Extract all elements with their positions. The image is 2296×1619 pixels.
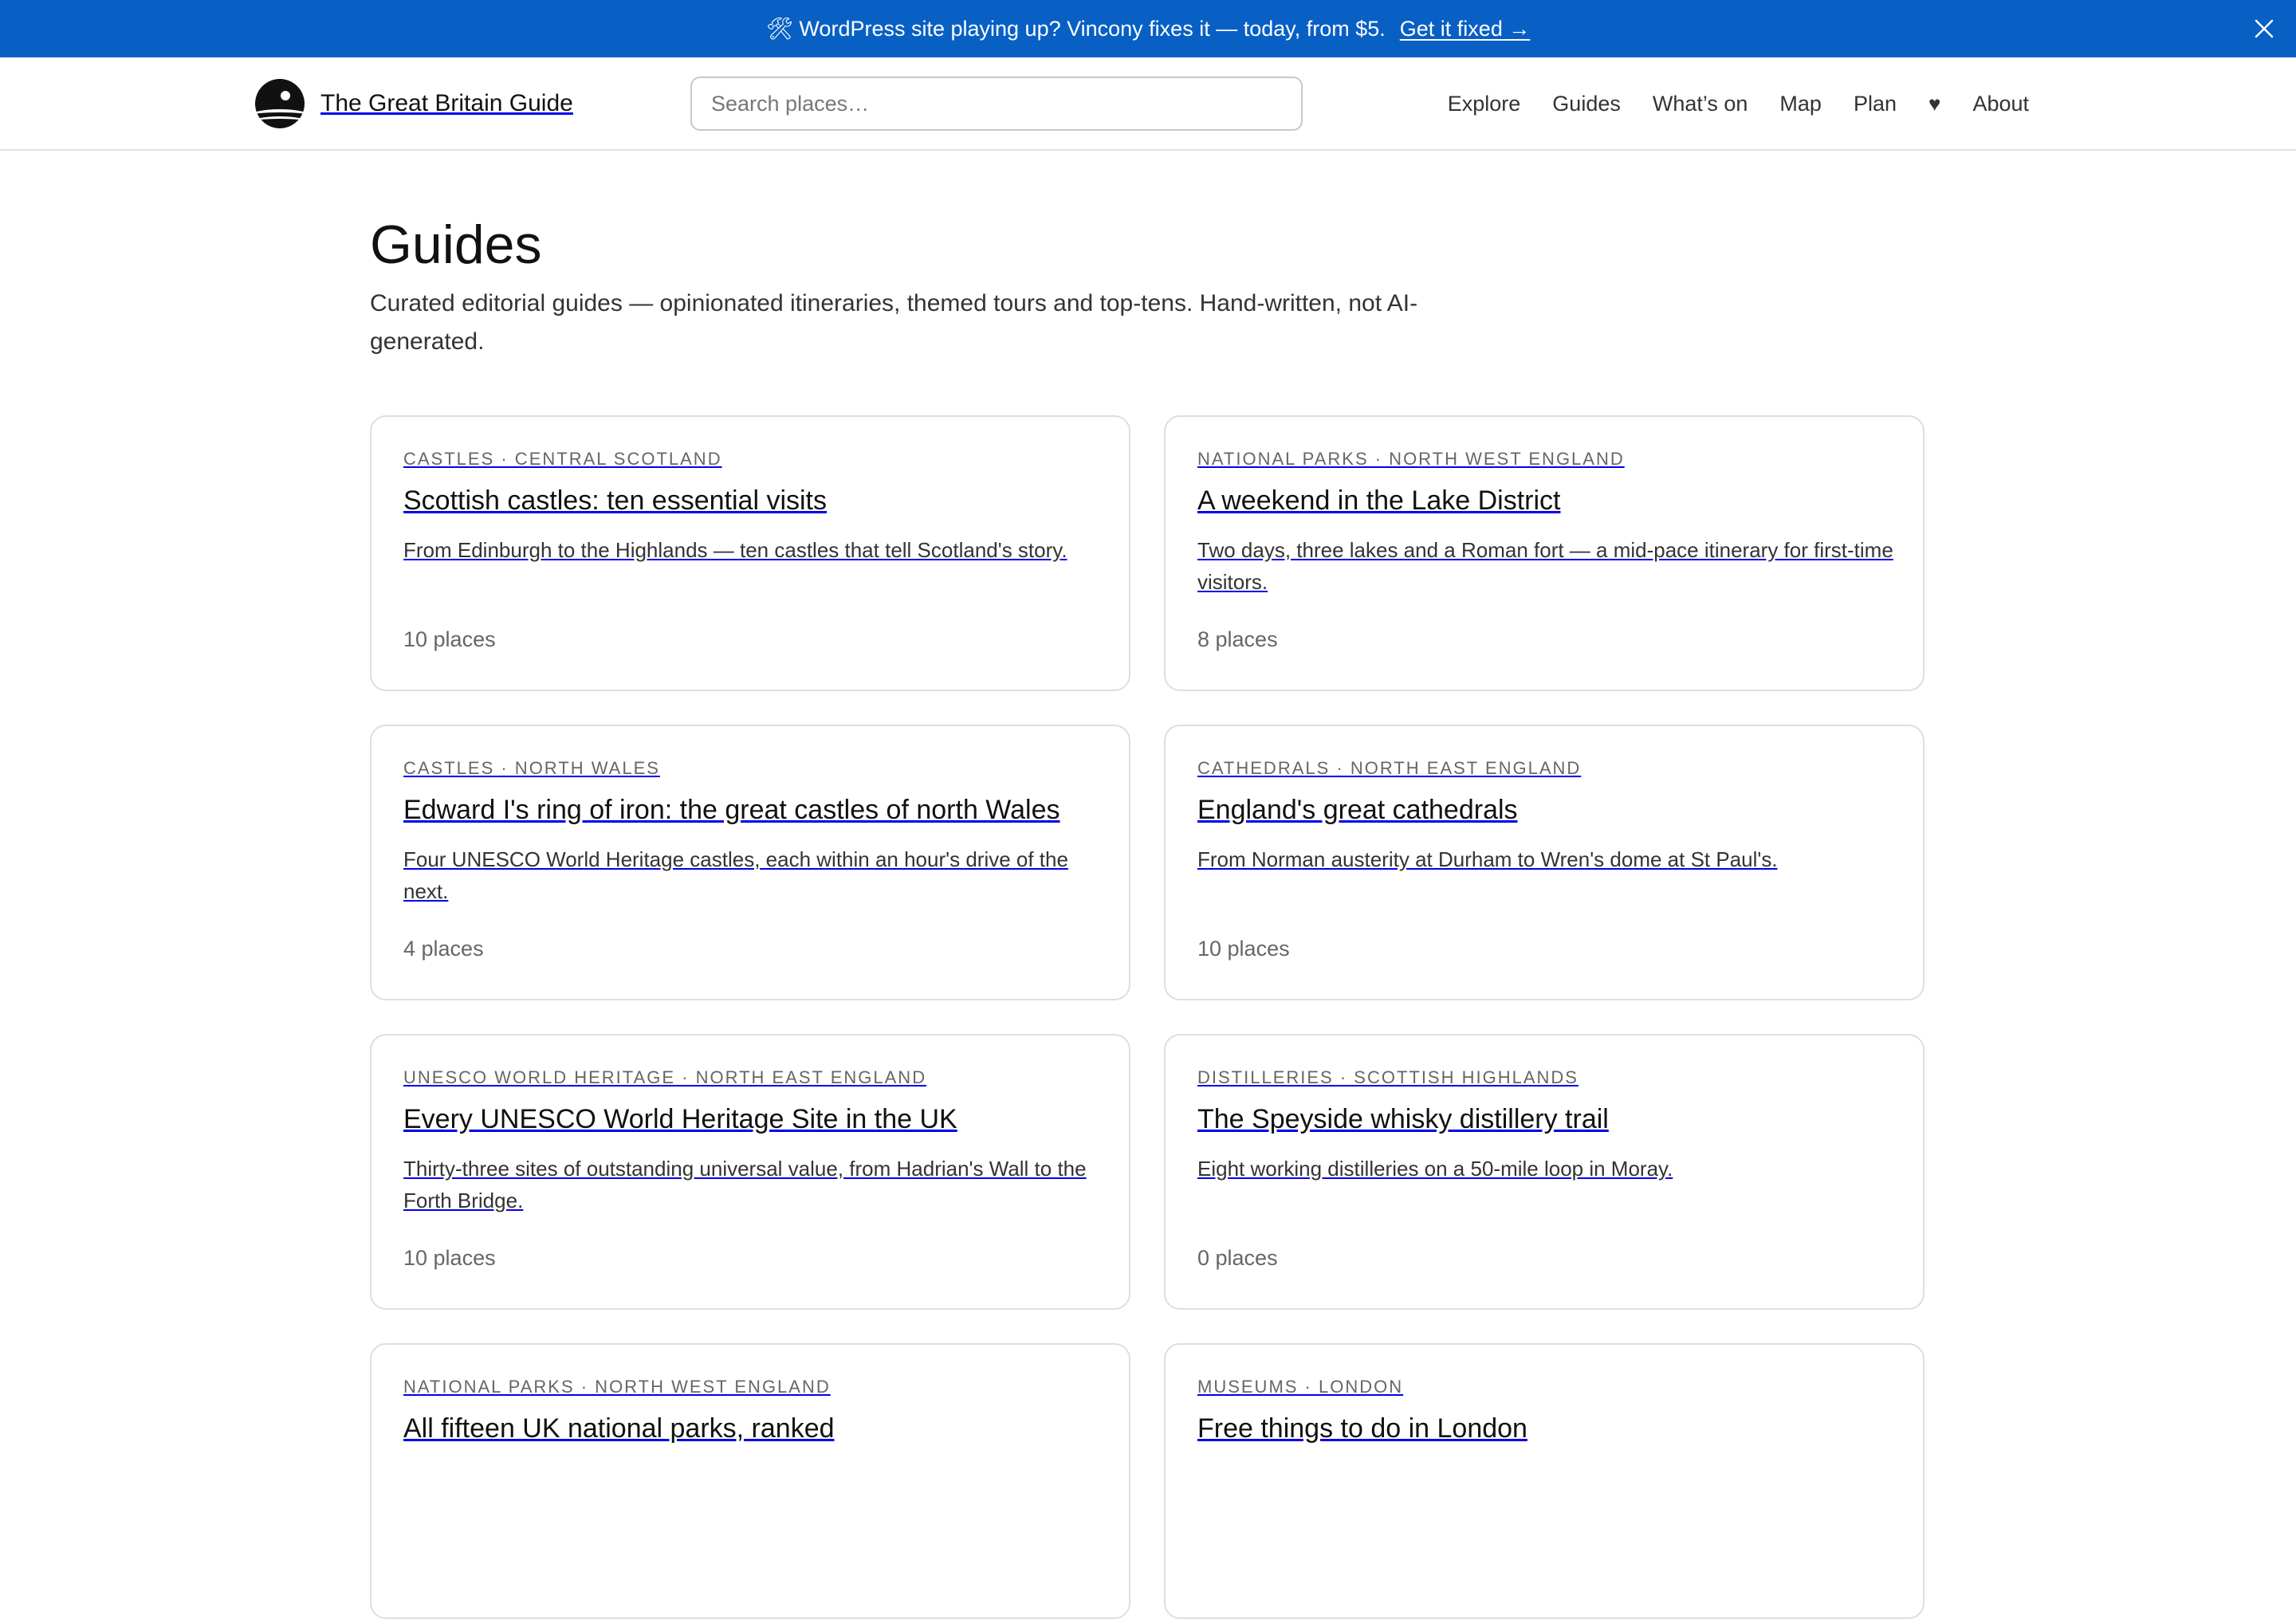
guide-blurb: Two days, three lakes and a Roman fort —… <box>1197 538 1893 594</box>
guide-kicker: MUSEUMS · LONDON <box>1197 1377 1404 1397</box>
favourites-heart-icon[interactable]: ♥ <box>1928 92 1940 116</box>
guide-title: Every UNESCO World Heritage Site in the … <box>403 1104 957 1134</box>
guide-card[interactable]: CASTLES · NORTH WALES Edward I's ring of… <box>370 725 1130 1000</box>
guide-card[interactable]: NATIONAL PARKS · NORTH WEST ENGLAND All … <box>370 1343 1130 1619</box>
guide-card[interactable]: MUSEUMS · LONDON Free things to do in Lo… <box>1164 1343 1924 1619</box>
guide-card[interactable]: CATHEDRALS · NORTH EAST ENGLAND England'… <box>1164 725 1924 1000</box>
guide-place-count: 10 places <box>1197 937 1290 961</box>
guide-kicker: CASTLES · CENTRAL SCOTLAND <box>403 449 722 469</box>
page-description: Curated editorial guides — opinionated i… <box>370 290 1418 355</box>
guide-title: Free things to do in London <box>1197 1413 1527 1444</box>
guide-place-count: 10 places <box>403 1246 496 1270</box>
guide-blurb: From Edinburgh to the Highlands — ten ca… <box>403 538 1067 562</box>
guide-kicker: DISTILLERIES · SCOTTISH HIGHLANDS <box>1197 1067 1578 1087</box>
page-title: Guides <box>370 214 542 275</box>
nav-explore[interactable]: Explore <box>1448 92 1521 116</box>
guide-title: A weekend in the Lake District <box>1197 485 1561 516</box>
guide-title: All fifteen UK national parks, ranked <box>403 1413 835 1444</box>
nav-about[interactable]: About <box>1972 92 2029 116</box>
guide-title: England's great cathedrals <box>1197 795 1518 825</box>
site-brand-link[interactable]: The Great Britain Guide <box>255 78 573 129</box>
guide-place-count: 10 places <box>403 627 496 651</box>
logo-icon <box>255 79 305 128</box>
guide-blurb: Four UNESCO World Heritage castles, each… <box>403 847 1068 903</box>
guide-card[interactable]: NATIONAL PARKS · NORTH WEST ENGLAND A we… <box>1164 415 1924 691</box>
guides-grid: CASTLES · CENTRAL SCOTLAND Scottish cast… <box>370 415 1926 1619</box>
guide-blurb: Thirty-three sites of outstanding univer… <box>403 1157 1087 1212</box>
site-name: The Great Britain Guide <box>320 90 573 116</box>
search-input[interactable] <box>690 77 1303 131</box>
guide-title: Edward I's ring of iron: the great castl… <box>403 795 1060 825</box>
guide-card[interactable]: DISTILLERIES · SCOTTISH HIGHLANDS The Sp… <box>1164 1034 1924 1310</box>
guide-card[interactable]: UNESCO WORLD HERITAGE · NORTH EAST ENGLA… <box>370 1034 1130 1310</box>
main-nav: Explore Guides What’s on Map Plan ♥ Abou… <box>1416 77 2029 131</box>
guide-kicker: CATHEDRALS · NORTH EAST ENGLAND <box>1197 758 1582 778</box>
nav-plan[interactable]: Plan <box>1854 92 1897 116</box>
guide-place-count: 0 places <box>1197 1246 1278 1270</box>
guide-title: Scottish castles: ten essential visits <box>403 485 828 516</box>
nav-guides[interactable]: Guides <box>1552 92 1621 116</box>
guide-place-count: 4 places <box>403 937 484 961</box>
guide-blurb: From Norman austerity at Durham to Wren'… <box>1197 847 1778 871</box>
get-it-fixed-link[interactable]: Get it fixed → <box>1400 17 1531 41</box>
site-header: The Great Britain Guide Explore Guides W… <box>0 57 2296 151</box>
promo-banner: 🛠 WordPress site playing up? Vincony fix… <box>0 0 2296 57</box>
guide-kicker: CASTLES · NORTH WALES <box>403 758 660 778</box>
main-content: Guides Curated editorial guides — opinio… <box>370 151 1926 1619</box>
guide-card[interactable]: CASTLES · CENTRAL SCOTLAND Scottish cast… <box>370 415 1130 691</box>
guide-blurb: Eight working distilleries on a 50-mile … <box>1197 1157 1673 1181</box>
guide-title: The Speyside whisky distillery trail <box>1197 1104 1609 1134</box>
nav-map[interactable]: Map <box>1779 92 1822 116</box>
guide-kicker: NATIONAL PARKS · NORTH WEST ENGLAND <box>403 1377 831 1397</box>
guide-place-count: 8 places <box>1197 627 1278 651</box>
guide-kicker: NATIONAL PARKS · NORTH WEST ENGLAND <box>1197 449 1625 469</box>
nav-whats-on[interactable]: What’s on <box>1653 92 1748 116</box>
guide-kicker: UNESCO WORLD HERITAGE · NORTH EAST ENGLA… <box>403 1067 927 1087</box>
promo-banner-text: 🛠 WordPress site playing up? Vincony fix… <box>765 17 1386 41</box>
close-icon[interactable] <box>2247 11 2282 46</box>
